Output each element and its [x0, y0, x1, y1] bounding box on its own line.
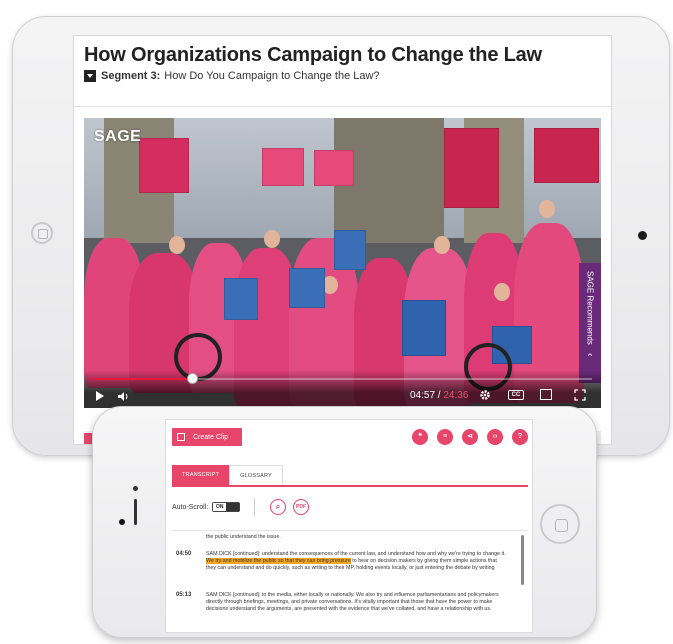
- transcript-text: SAM DICK [continued]: to the media, eith…: [206, 592, 499, 612]
- video-current-time: 04:57: [410, 390, 436, 401]
- transcript-search-icon[interactable]: ⌕: [270, 499, 286, 515]
- toolbar-divider: [254, 498, 255, 516]
- device-mockup-stage: How Organizations Campaign to Change the…: [0, 0, 673, 644]
- autoscroll-toggle-on: ON: [213, 503, 227, 511]
- tabs-underline: [172, 485, 528, 487]
- pdf-button[interactable]: PDF: [293, 499, 309, 515]
- video-scene-head: [434, 236, 450, 254]
- volume-icon[interactable]: [118, 392, 130, 401]
- quote-icon[interactable]: ❝: [412, 429, 428, 445]
- sage-logo: SAGE: [94, 128, 142, 145]
- video-scene-sign: [534, 128, 599, 183]
- chevron-left-icon: ‹: [584, 352, 596, 357]
- closed-captions-button[interactable]: CC: [508, 390, 524, 400]
- play-icon[interactable]: [96, 391, 104, 401]
- page-title: How Organizations Campaign to Change the…: [84, 44, 542, 66]
- sage-recommends-label: SAGE Recommends: [585, 271, 595, 345]
- transcript-text: the public understand the issue.: [206, 534, 281, 540]
- transcript-scrollbar[interactable]: [521, 535, 524, 585]
- fullscreen-icon[interactable]: [574, 389, 586, 401]
- create-clip-button[interactable]: Create Clip: [172, 428, 242, 446]
- video-scene-sign: [289, 268, 325, 308]
- phone-screen: Create Clip ❝ ≡ ⋖ ‹› ? TRANSCRIPT GLOSSA…: [165, 419, 533, 633]
- video-scene-sign: [262, 148, 304, 186]
- segment-selector[interactable]: Segment 3: How Do You Campaign to Change…: [84, 70, 380, 82]
- segment-dropdown-icon[interactable]: [84, 70, 96, 82]
- autoscroll-label: Auto-Scroll:: [172, 503, 209, 511]
- video-scene-sign: [139, 138, 189, 193]
- video-scene-sign: [314, 150, 354, 186]
- transcript-timestamp[interactable]: 05:13: [172, 592, 206, 613]
- phone-speaker: [134, 499, 137, 525]
- video-scene-head: [264, 230, 280, 248]
- autoscroll-toggle[interactable]: ON: [212, 502, 241, 512]
- tab-glossary[interactable]: GLOSSARY: [229, 465, 283, 485]
- popout-icon[interactable]: [540, 389, 552, 400]
- gear-icon[interactable]: [479, 389, 491, 401]
- sage-recommends-tab[interactable]: SAGE Recommends ‹: [579, 263, 601, 383]
- clip-icon: [177, 433, 185, 441]
- create-clip-label: Create Clip: [193, 433, 229, 441]
- video-total-time: 24:36: [443, 390, 469, 401]
- video-progress-handle[interactable]: [187, 373, 198, 384]
- video-scene-head: [169, 236, 185, 254]
- embed-icon[interactable]: ‹›: [487, 429, 503, 445]
- help-icon[interactable]: ?: [512, 429, 528, 445]
- tablet-camera: [638, 231, 647, 240]
- video-time-display: 04:57 / 24:36: [410, 390, 468, 401]
- transcript-highlight: We try and mobilize the public so that t…: [206, 558, 351, 564]
- title-divider: [74, 106, 611, 107]
- tablet-device: How Organizations Campaign to Change the…: [12, 16, 670, 456]
- phone-camera: [133, 486, 138, 491]
- video-scene-sign: [334, 230, 366, 270]
- autoscroll-control: Auto-Scroll: ON: [172, 502, 241, 512]
- transcript-timestamp: [172, 534, 206, 541]
- list-icon[interactable]: ≡: [437, 429, 453, 445]
- transcript-text-part: SAM DICK [continued]: understand the con…: [206, 551, 506, 557]
- video-controls: 04:57 / 24:36 CC: [84, 370, 601, 408]
- video-scene-sign: [224, 278, 258, 320]
- transcript-row: the public understand the issue.: [172, 534, 506, 541]
- video-scene-sign: [444, 128, 499, 208]
- transcript-timestamp[interactable]: 04:50: [172, 551, 206, 572]
- phone-sensor: [119, 519, 125, 525]
- transcript-row[interactable]: 04:50 SAM DICK [continued]: understand t…: [172, 551, 506, 572]
- video-progress-bar[interactable]: [92, 373, 592, 384]
- segment-title: How Do You Campaign to Change the Law?: [164, 70, 380, 82]
- transcript-panel[interactable]: the public understand the issue. 04:50 S…: [172, 530, 528, 628]
- transcript-text: SAM DICK [continued]: understand the con…: [206, 551, 506, 572]
- video-player[interactable]: SAGE SAGE Recommends ‹ 04:57 / 24:36 CC: [84, 118, 601, 408]
- tab-transcript[interactable]: TRANSCRIPT: [172, 465, 230, 485]
- transcript-tabs: TRANSCRIPT GLOSSARY: [172, 465, 283, 485]
- tablet-home-button: [31, 222, 53, 244]
- phone-home-button: [540, 504, 580, 544]
- tablet-screen: How Organizations Campaign to Change the…: [73, 35, 612, 445]
- segment-label: Segment 3:: [101, 70, 161, 82]
- phone-device: Create Clip ❝ ≡ ⋖ ‹› ? TRANSCRIPT GLOSSA…: [92, 406, 597, 638]
- video-scene-sign: [402, 300, 446, 356]
- transcript-row[interactable]: 05:13 SAM DICK [continued]: to the media…: [172, 592, 506, 613]
- video-scene-head: [494, 283, 510, 301]
- share-icon[interactable]: ⋖: [462, 429, 478, 445]
- autoscroll-toggle-off: [226, 503, 240, 511]
- video-progress-fill: [92, 378, 192, 380]
- video-scene-head: [539, 200, 555, 218]
